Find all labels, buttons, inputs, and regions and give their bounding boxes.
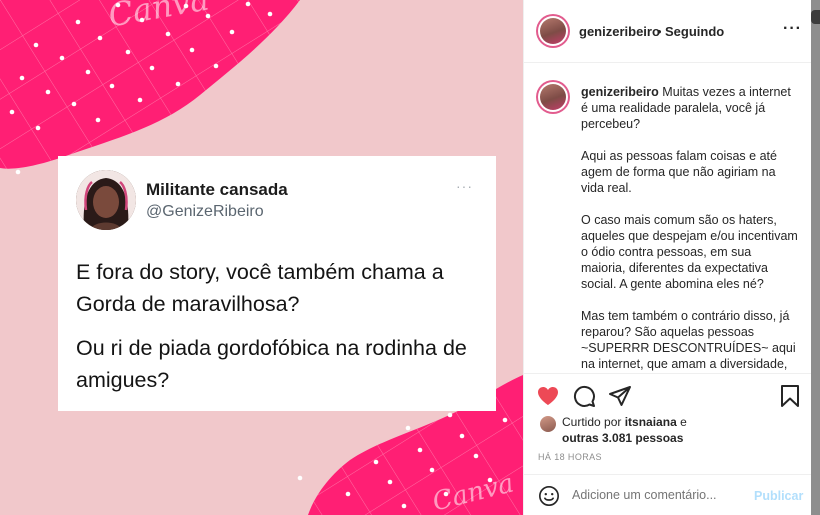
background-strip [811,0,820,515]
tweet-handle: @GenizeRibeiro [146,203,264,220]
likes-count[interactable]: outras 3.081 pessoas [562,431,683,445]
caption-username[interactable]: genizeribeiro [581,85,659,99]
bookmark-icon[interactable] [778,384,802,408]
publish-button[interactable]: Publicar [754,489,803,503]
likes-text: Curtido por itsnaiana e outras 3.081 pes… [562,415,687,445]
tweet-avatar [76,170,136,230]
more-icon[interactable]: ··· [783,20,802,38]
comment-input[interactable] [572,488,742,502]
comment-icon[interactable] [572,384,596,408]
author-avatar[interactable] [536,14,570,48]
caption-text: genizeribeiro Muitas vezes a internet é … [581,84,799,372]
tweet-text-paragraph-1: E fora do story, você também chama a Gor… [76,260,444,316]
caption-area[interactable]: genizeribeiro Muitas vezes a internet é … [524,64,812,372]
post-actions: Curtido por itsnaiana e outras 3.081 pes… [524,373,812,515]
tweet-more-icon: ··· [456,178,473,194]
post-timestamp[interactable]: HÁ 18 HORAS [538,452,602,462]
tweet-display-name: Militante cansada [146,180,288,199]
partial-avatar [811,10,820,24]
share-icon[interactable] [608,384,632,408]
heart-icon[interactable] [536,384,560,408]
header-separator: • [657,24,662,39]
author-username[interactable]: genizeribeiro [579,24,660,39]
follow-status-button[interactable]: Seguindo [665,24,724,39]
post-image[interactable]: Canva Canva Militante cansada @GenizeRib… [0,0,523,515]
emoji-icon[interactable] [538,485,560,507]
post-header: genizeribeiro • Seguindo ··· [524,0,812,63]
liker-username[interactable]: itsnaiana [625,415,677,429]
caption-paragraph-2: Aqui as pessoas falam coisas e até agem … [581,149,777,195]
caption-paragraph-3: O caso mais comum são os haters, aqueles… [581,213,798,291]
caption-avatar[interactable] [536,80,570,114]
tweet-card: Militante cansada @GenizeRibeiro ··· E f… [58,156,496,411]
liker-avatar [540,416,556,432]
comment-bar: Publicar [524,474,812,515]
post-sidebar: genizeribeiro • Seguindo ··· genizeribei… [523,0,812,515]
caption-paragraph-4: Mas tem também o contrário disso, já rep… [581,309,796,371]
tweet-text-paragraph-2: Ou ri de piada gordofóbica na rodinha de… [76,336,467,392]
caption-paragraph-1: genizeribeiro Muitas vezes a internet é … [581,85,791,131]
